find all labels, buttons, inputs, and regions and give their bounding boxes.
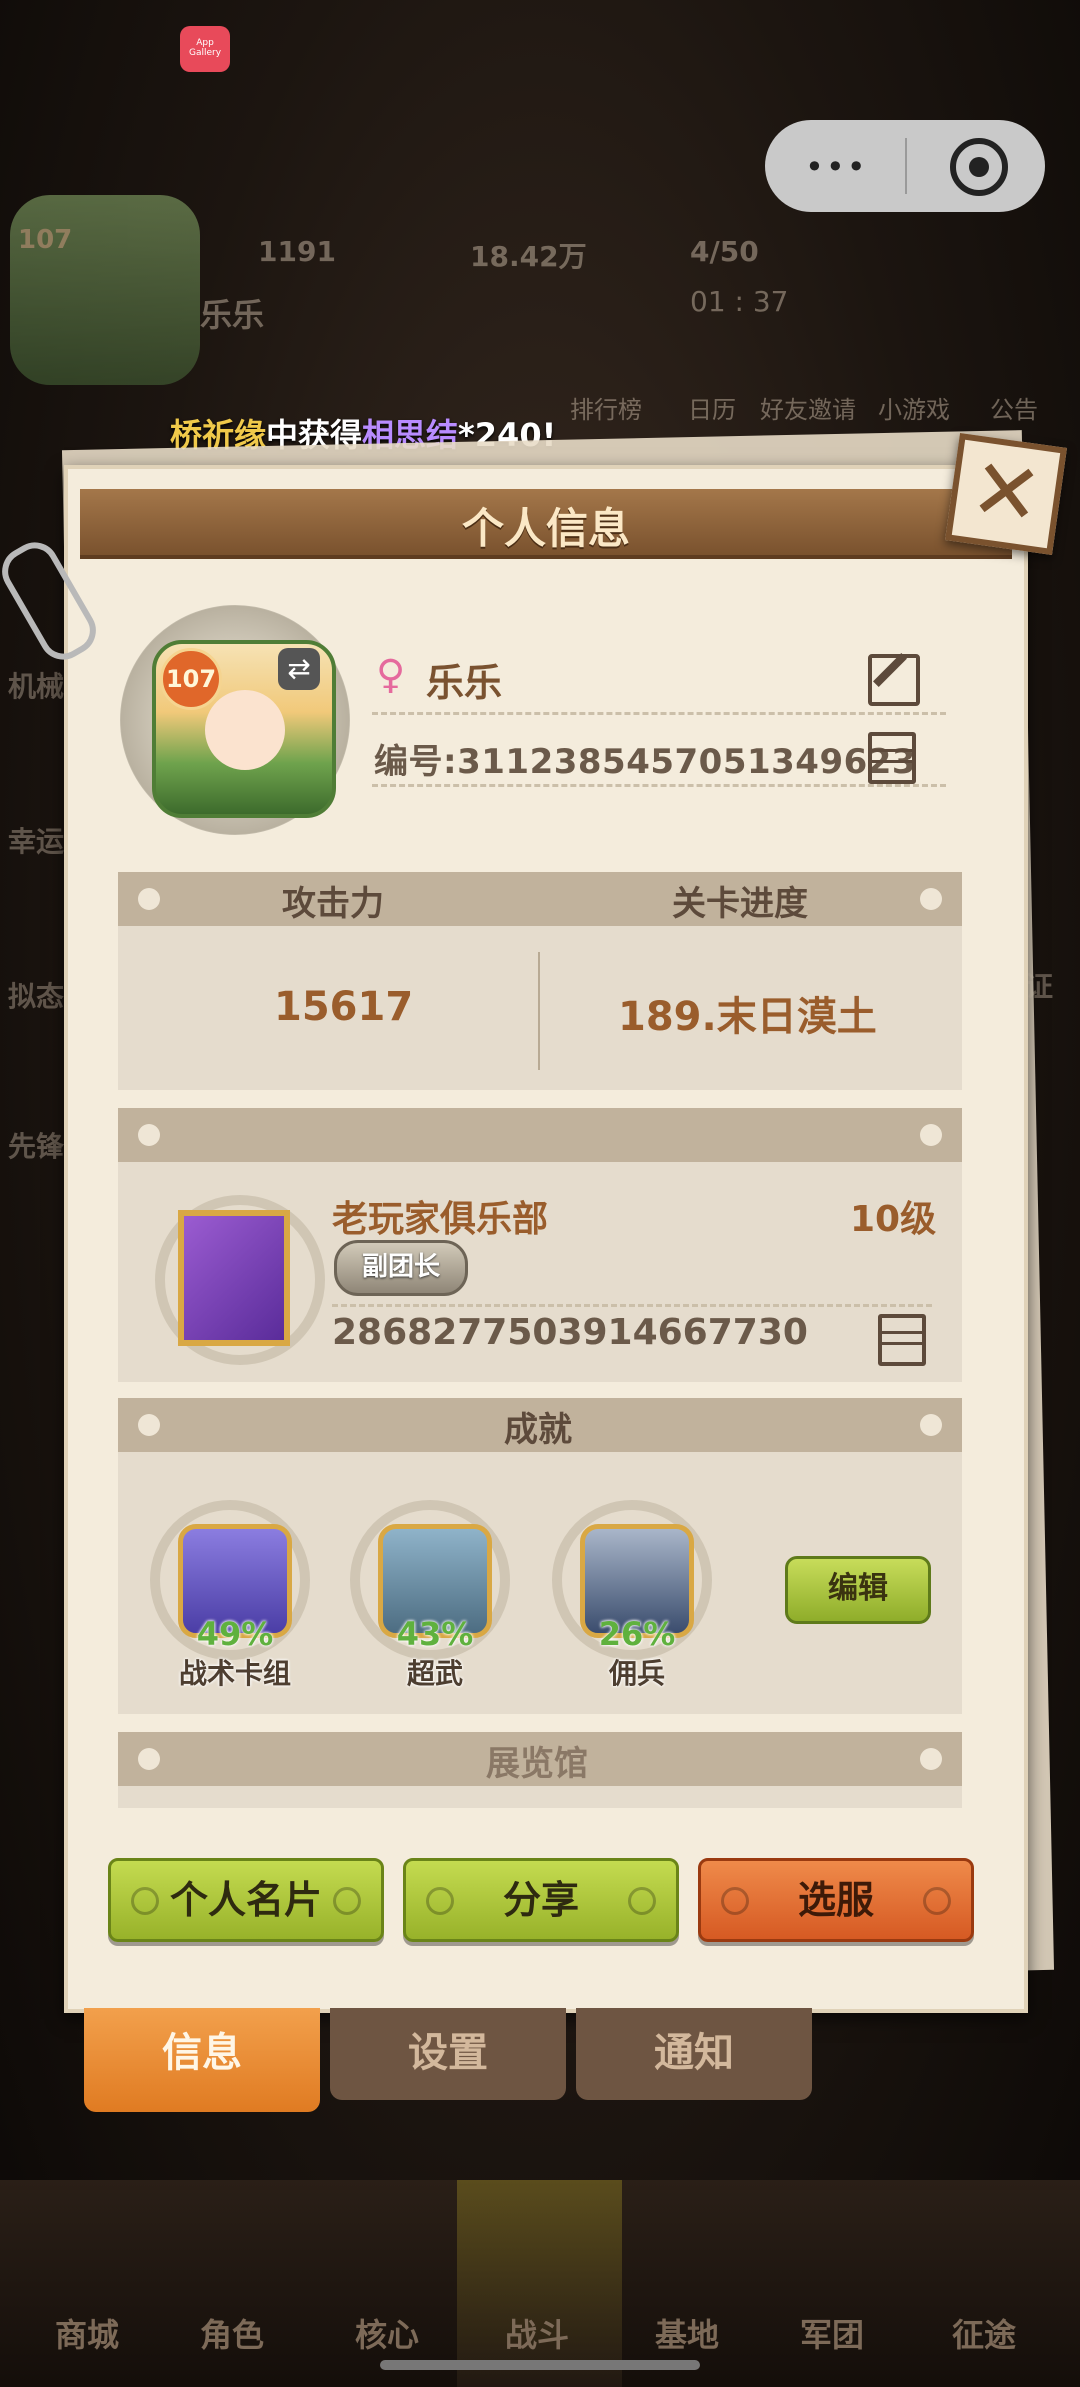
button-dot — [628, 1887, 656, 1915]
side-label-2: 幸运 — [8, 825, 65, 858]
player-id: 编号:3112385457051349623 — [374, 742, 917, 782]
home-indicator[interactable] — [380, 2360, 700, 2370]
button-dot — [131, 1887, 159, 1915]
hud-rank: 排行榜 — [570, 396, 642, 424]
side-label-1: 机械 — [8, 670, 65, 703]
button-dot — [721, 1887, 749, 1915]
divider — [332, 1304, 932, 1307]
nav-legion[interactable]: 军团 — [800, 2310, 864, 2356]
club-header — [118, 1108, 962, 1162]
copy-id-icon[interactable] — [868, 732, 916, 784]
business-card-button[interactable]: 个人名片 — [108, 1858, 384, 1942]
panel-header: 个人信息 — [80, 489, 1012, 559]
nav-character[interactable]: 角色 — [200, 2310, 264, 2356]
achievement-title: 成就 — [504, 1410, 572, 1450]
achievement-name: 战术卡组 — [178, 1657, 291, 1690]
hud-notice: 公告 — [990, 396, 1038, 424]
side-label-4: 先锋 — [8, 1130, 65, 1163]
stats-divider — [538, 952, 540, 1070]
club-level: 10级 — [850, 1199, 937, 1240]
corner-dot — [920, 1414, 942, 1436]
achievement-percent: 26% — [598, 1615, 676, 1653]
club-name: 老玩家俱乐部 — [332, 1199, 549, 1240]
hud-invite: 好友邀请 — [760, 396, 856, 424]
hud-gems: 1191 — [258, 235, 336, 268]
corner-dot — [920, 888, 942, 910]
button-dot — [923, 1887, 951, 1915]
player-name: 乐乐 — [426, 661, 503, 705]
background-hud: 107 乐乐 1191 18.42万 4/50 01 : 37 排行榜 日历 好… — [0, 195, 1080, 424]
panel-title: 个人信息 — [461, 504, 630, 553]
achievement-header: 成就 — [118, 1398, 962, 1452]
nav-base[interactable]: 基地 — [655, 2310, 719, 2356]
business-card-label: 个人名片 — [169, 1878, 322, 1922]
attack-label: 攻击力 — [282, 884, 384, 924]
tab-info[interactable]: 信息 — [84, 2008, 320, 2112]
divider — [372, 784, 946, 787]
club-emblem-icon — [178, 1210, 290, 1346]
nav-battle[interactable]: 战斗 — [505, 2310, 569, 2356]
hud-level: 107 — [18, 225, 73, 255]
club-role-badge: 副团长 — [334, 1240, 468, 1296]
corner-dot — [138, 1748, 160, 1770]
capsule-divider — [905, 138, 907, 194]
gallery-header: 展览馆 — [118, 1732, 962, 1786]
corner-dot — [920, 1748, 942, 1770]
edit-achievements-button[interactable]: 编辑 — [785, 1556, 931, 1624]
achievement-percent: 49% — [196, 1615, 274, 1653]
app-gallery-label: App Gallery — [188, 38, 222, 58]
achievement-name: 佣兵 — [608, 1657, 665, 1690]
stats-header: 攻击力 关卡进度 — [118, 872, 962, 926]
achievement-name: 超武 — [406, 1657, 463, 1690]
tab-settings[interactable]: 设置 — [330, 2008, 566, 2100]
avatar-face — [205, 690, 285, 770]
corner-dot — [138, 1124, 160, 1146]
select-server-label: 选服 — [797, 1878, 874, 1922]
button-dot — [333, 1887, 361, 1915]
edit-name-icon[interactable] — [868, 654, 920, 706]
corner-dot — [138, 888, 160, 910]
corner-dot — [138, 1414, 160, 1436]
share-label: 分享 — [502, 1878, 579, 1922]
achievement-percent: 43% — [396, 1615, 474, 1653]
club-id: 2868277503914667730 — [332, 1312, 808, 1353]
share-button[interactable]: 分享 — [403, 1858, 679, 1942]
nav-journey[interactable]: 征途 — [952, 2310, 1016, 2356]
close-icon: ✕ — [964, 438, 1048, 546]
more-menu-icon[interactable]: ••• — [805, 148, 868, 186]
progress-label: 关卡进度 — [672, 884, 808, 924]
hud-gold: 18.42万 — [470, 240, 587, 273]
divider — [372, 712, 946, 715]
corner-dot — [920, 1124, 942, 1146]
close-button[interactable]: ✕ — [945, 433, 1067, 555]
nav-core[interactable]: 核心 — [355, 2310, 419, 2356]
hud-avatar — [10, 195, 200, 385]
female-icon: ♀ — [376, 652, 406, 698]
hud-stamina: 4/50 — [690, 235, 759, 268]
tab-notifications[interactable]: 通知 — [576, 2008, 812, 2100]
hud-minigame: 小游戏 — [878, 396, 950, 424]
gallery-box: 展览馆 — [118, 1732, 962, 1808]
nav-shop[interactable]: 商城 — [55, 2310, 119, 2356]
attack-value: 15617 — [274, 984, 414, 1030]
copy-club-id-icon[interactable] — [878, 1314, 926, 1366]
hud-calendar: 日历 — [688, 396, 736, 424]
stats-box: 攻击力 关卡进度 15617 189.末日漠土 — [118, 872, 962, 1090]
player-level-badge: 107 — [160, 648, 222, 710]
swap-avatar-icon[interactable]: ⇄ — [278, 648, 320, 690]
side-label-3: 拟态 — [8, 980, 65, 1013]
button-dot — [426, 1887, 454, 1915]
hud-timer: 01 : 37 — [690, 285, 789, 318]
progress-value: 189.末日漠土 — [618, 994, 877, 1040]
app-gallery-icon[interactable]: App Gallery — [180, 26, 230, 72]
gallery-title: 展览馆 — [486, 1744, 588, 1784]
select-server-button[interactable]: 选服 — [698, 1858, 974, 1942]
hud-player-name: 乐乐 — [200, 296, 265, 334]
close-miniprogram-icon[interactable] — [950, 138, 1008, 196]
